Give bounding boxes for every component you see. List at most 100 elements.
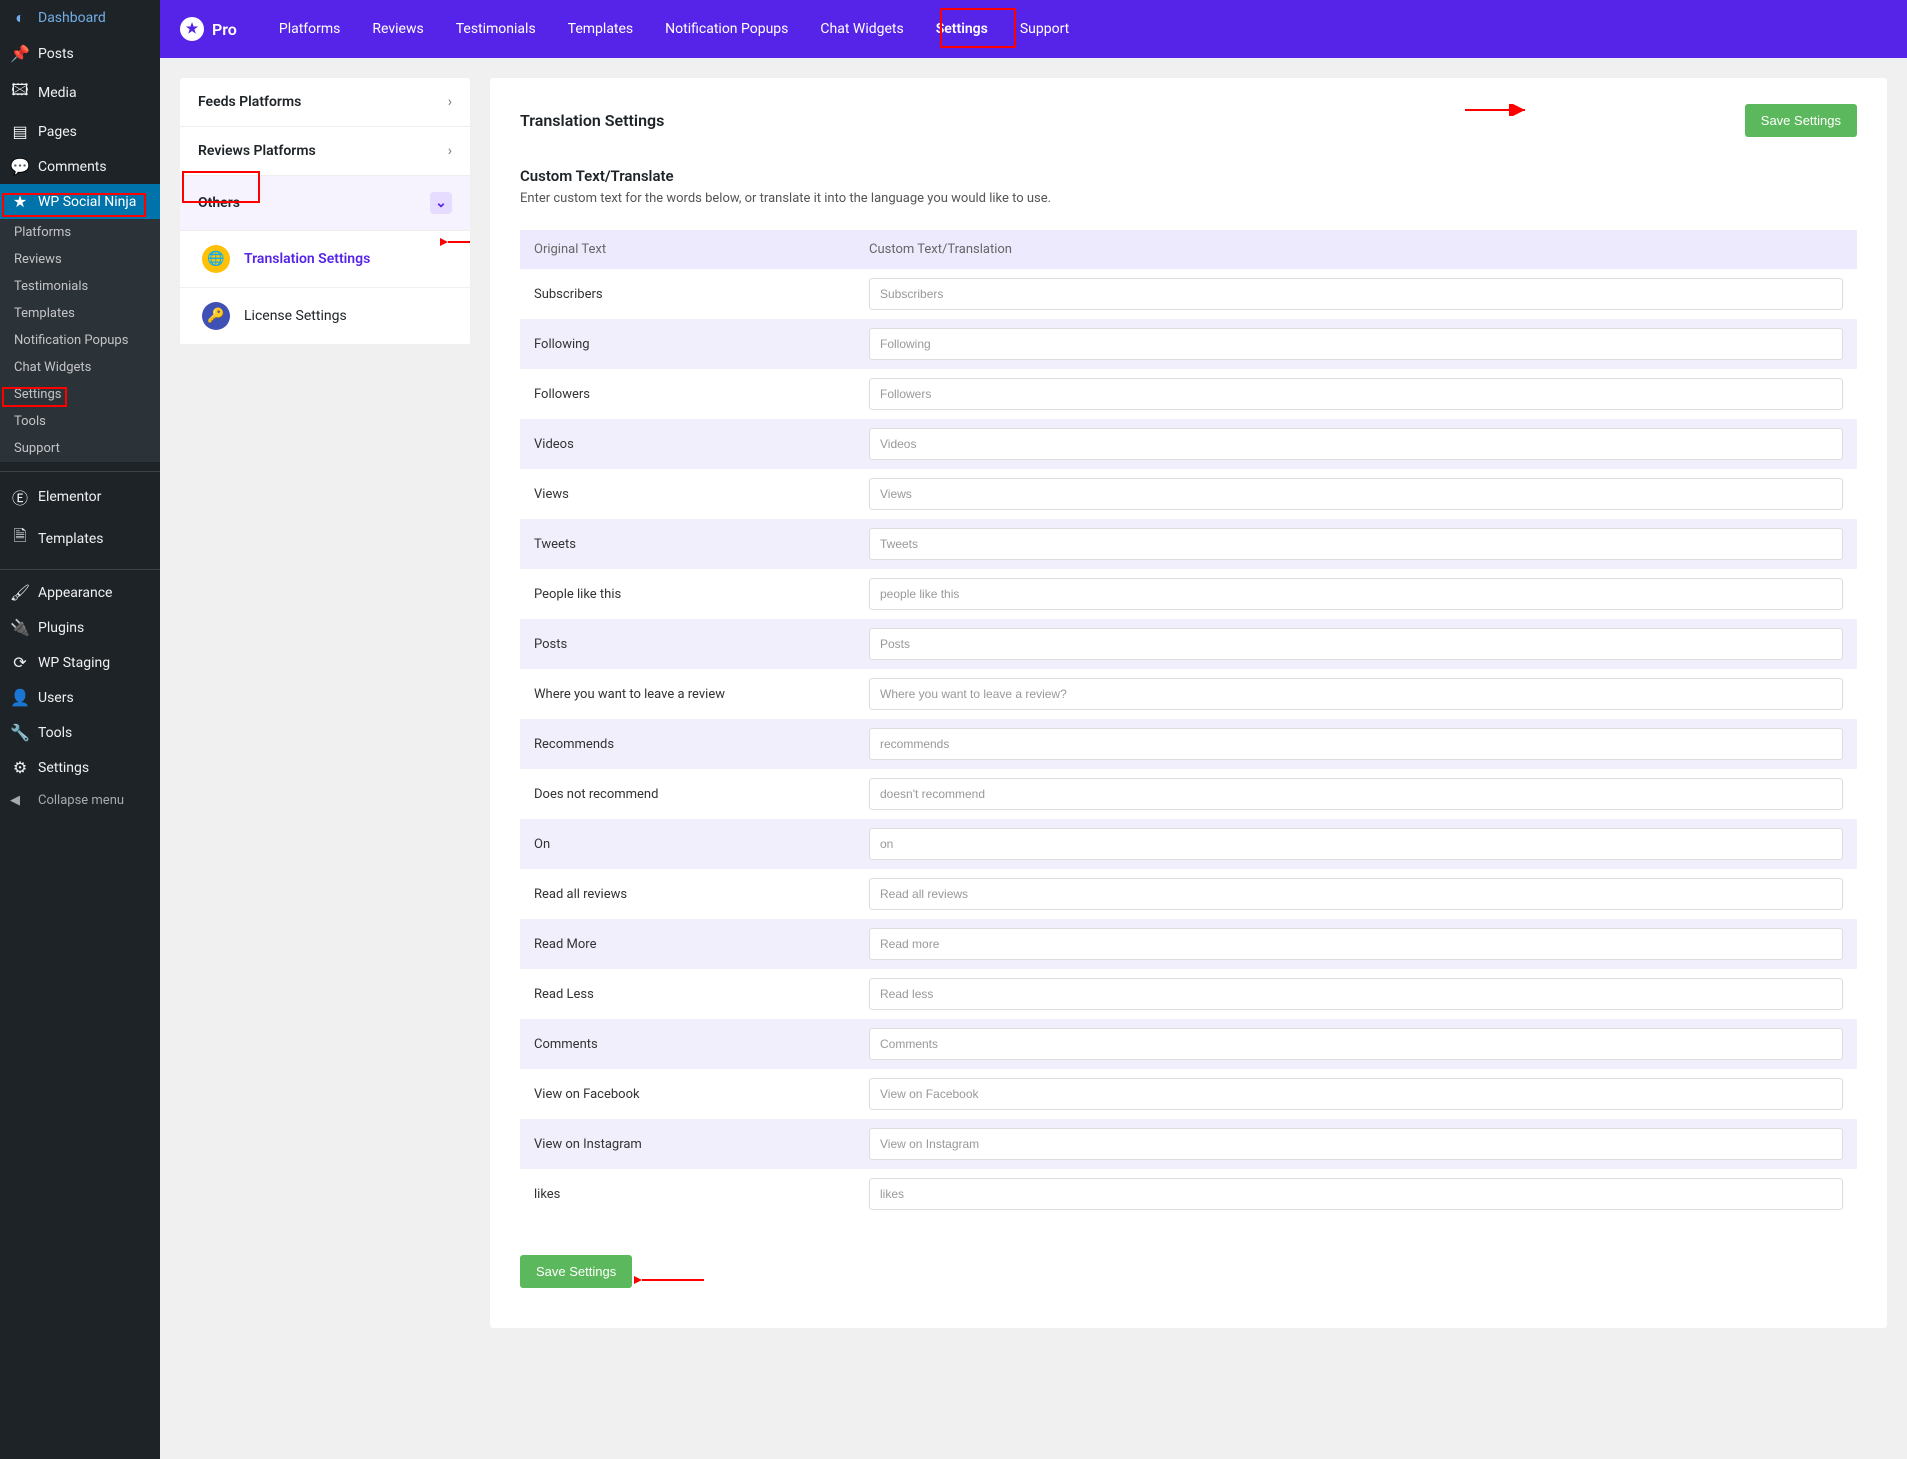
translation-input[interactable]: [869, 578, 1843, 610]
translation-input[interactable]: [869, 828, 1843, 860]
translation-input[interactable]: [869, 978, 1843, 1010]
translation-input[interactable]: [869, 428, 1843, 460]
wp-submenu-settings[interactable]: Settings: [0, 381, 160, 408]
sub-label: License Settings: [244, 308, 347, 324]
translation-input[interactable]: [869, 528, 1843, 560]
settings-cat-others[interactable]: Others ⌄: [180, 176, 470, 231]
top-nav-chat-widgets[interactable]: Chat Widgets: [818, 15, 905, 43]
settings-sub-translation-settings[interactable]: 🌐Translation Settings: [180, 231, 470, 288]
menu-label: WP Staging: [38, 655, 110, 671]
original-text: Posts: [534, 637, 869, 652]
sub-label: Translation Settings: [244, 251, 370, 267]
wp-submenu-chat-widgets[interactable]: Chat Widgets: [0, 354, 160, 381]
original-text: People like this: [534, 587, 869, 602]
wp-submenu-tools[interactable]: Tools: [0, 408, 160, 435]
menu-icon: ▤: [10, 122, 30, 141]
translation-row: likes: [520, 1169, 1857, 1219]
chevron-right-icon: ›: [448, 94, 452, 110]
wp-menu-users[interactable]: 👤Users: [0, 680, 160, 715]
app-logo: ★ Pro: [180, 17, 237, 41]
original-text: Tweets: [534, 537, 869, 552]
wp-menu-media[interactable]: 🖾Media: [0, 71, 160, 114]
translation-row: Following: [520, 319, 1857, 369]
wp-menu-plugins[interactable]: 🔌Plugins: [0, 610, 160, 645]
wp-admin-sidebar: ◐ Dashboard 📌Posts🖾Media ▤ Pages 💬Comments ★ WP…: [0, 0, 160, 1459]
header-custom: Custom Text/Translation: [869, 242, 1843, 257]
translation-input[interactable]: [869, 628, 1843, 660]
translation-table-header: Original Text Custom Text/Translation: [520, 230, 1857, 269]
section-title: Custom Text/Translate: [520, 167, 1857, 185]
translation-input[interactable]: [869, 328, 1843, 360]
wp-menu-dashboard[interactable]: ◐ Dashboard: [0, 0, 160, 36]
wp-menu-pages[interactable]: ▤ Pages: [0, 114, 160, 149]
settings-cat-reviews-platforms[interactable]: Reviews Platforms›: [180, 127, 470, 176]
wp-submenu-notification-popups[interactable]: Notification Popups: [0, 327, 160, 354]
translation-input[interactable]: [869, 778, 1843, 810]
translation-input[interactable]: [869, 1028, 1843, 1060]
settings-sub-license-settings[interactable]: 🔑License Settings: [180, 288, 470, 345]
wp-menu-comments[interactable]: 💬Comments: [0, 149, 160, 184]
menu-label: Templates: [38, 531, 104, 547]
wp-menu-wp-staging[interactable]: ⟳WP Staging: [0, 645, 160, 680]
wp-submenu-testimonials[interactable]: Testimonials: [0, 273, 160, 300]
translation-input[interactable]: [869, 878, 1843, 910]
menu-icon: 🔌: [10, 618, 30, 637]
collapse-menu[interactable]: ◀ Collapse menu: [0, 785, 160, 816]
menu-icon: 🔧: [10, 723, 30, 742]
menu-label: Pages: [38, 124, 77, 140]
save-settings-top-button[interactable]: Save Settings: [1745, 104, 1857, 137]
wp-menu-settings[interactable]: ⚙Settings: [0, 750, 160, 785]
top-nav-templates[interactable]: Templates: [566, 15, 636, 43]
wp-submenu-templates[interactable]: Templates: [0, 300, 160, 327]
menu-icon: ⚙: [10, 758, 30, 777]
menu-icon: Ⓔ: [10, 485, 30, 509]
menu-label: Elementor: [38, 489, 101, 505]
menu-icon: 📌: [10, 44, 30, 63]
translation-input[interactable]: [869, 378, 1843, 410]
menu-label: WP Social Ninja: [38, 194, 136, 210]
menu-icon: ◐: [10, 8, 30, 28]
wp-menu-wp-social-ninja[interactable]: ★ WP Social Ninja: [0, 184, 160, 219]
top-nav-settings[interactable]: Settings: [934, 15, 990, 43]
translation-row: Where you want to leave a review: [520, 669, 1857, 719]
original-text: Following: [534, 337, 869, 352]
settings-cat-feeds-platforms[interactable]: Feeds Platforms›: [180, 78, 470, 127]
translation-row: Read Less: [520, 969, 1857, 1019]
translation-row: On: [520, 819, 1857, 869]
top-nav-notification-popups[interactable]: Notification Popups: [663, 15, 790, 43]
wp-menu-tools[interactable]: 🔧Tools: [0, 715, 160, 750]
original-text: Followers: [534, 387, 869, 402]
top-nav-reviews[interactable]: Reviews: [370, 15, 425, 43]
translation-input[interactable]: [869, 1128, 1843, 1160]
header-original: Original Text: [534, 242, 869, 257]
wp-menu-templates[interactable]: 🗎Templates: [0, 517, 160, 560]
translation-input[interactable]: [869, 478, 1843, 510]
star-icon: ★: [180, 17, 204, 41]
translation-input[interactable]: [869, 1178, 1843, 1210]
cat-label: Others: [198, 195, 240, 211]
translation-row: Videos: [520, 419, 1857, 469]
wp-submenu-platforms[interactable]: Platforms: [0, 219, 160, 246]
menu-label: Dashboard: [38, 10, 106, 26]
top-nav-platforms[interactable]: Platforms: [277, 15, 343, 43]
collapse-icon: ◀: [10, 793, 30, 808]
menu-icon: ★: [10, 192, 30, 211]
save-settings-bottom-button[interactable]: Save Settings: [520, 1255, 632, 1288]
wp-submenu-support[interactable]: Support: [0, 435, 160, 462]
chevron-down-icon: ⌄: [430, 192, 452, 214]
translation-input[interactable]: [869, 278, 1843, 310]
top-nav-testimonials[interactable]: Testimonials: [454, 15, 538, 43]
wp-menu-elementor[interactable]: Ⓔ Elementor: [0, 477, 160, 517]
wp-menu-posts[interactable]: 📌Posts: [0, 36, 160, 71]
top-bar: ★ Pro Platforms Reviews Testimonials Templa…: [160, 0, 1907, 58]
wp-submenu-reviews[interactable]: Reviews: [0, 246, 160, 273]
original-text: likes: [534, 1187, 869, 1202]
original-text: On: [534, 837, 869, 852]
translation-input[interactable]: [869, 1078, 1843, 1110]
wp-menu-appearance[interactable]: 🖌Appearance: [0, 575, 160, 610]
translation-input[interactable]: [869, 678, 1843, 710]
top-nav-support[interactable]: Support: [1018, 15, 1071, 43]
translation-input[interactable]: [869, 728, 1843, 760]
translation-input[interactable]: [869, 928, 1843, 960]
translation-row: Followers: [520, 369, 1857, 419]
